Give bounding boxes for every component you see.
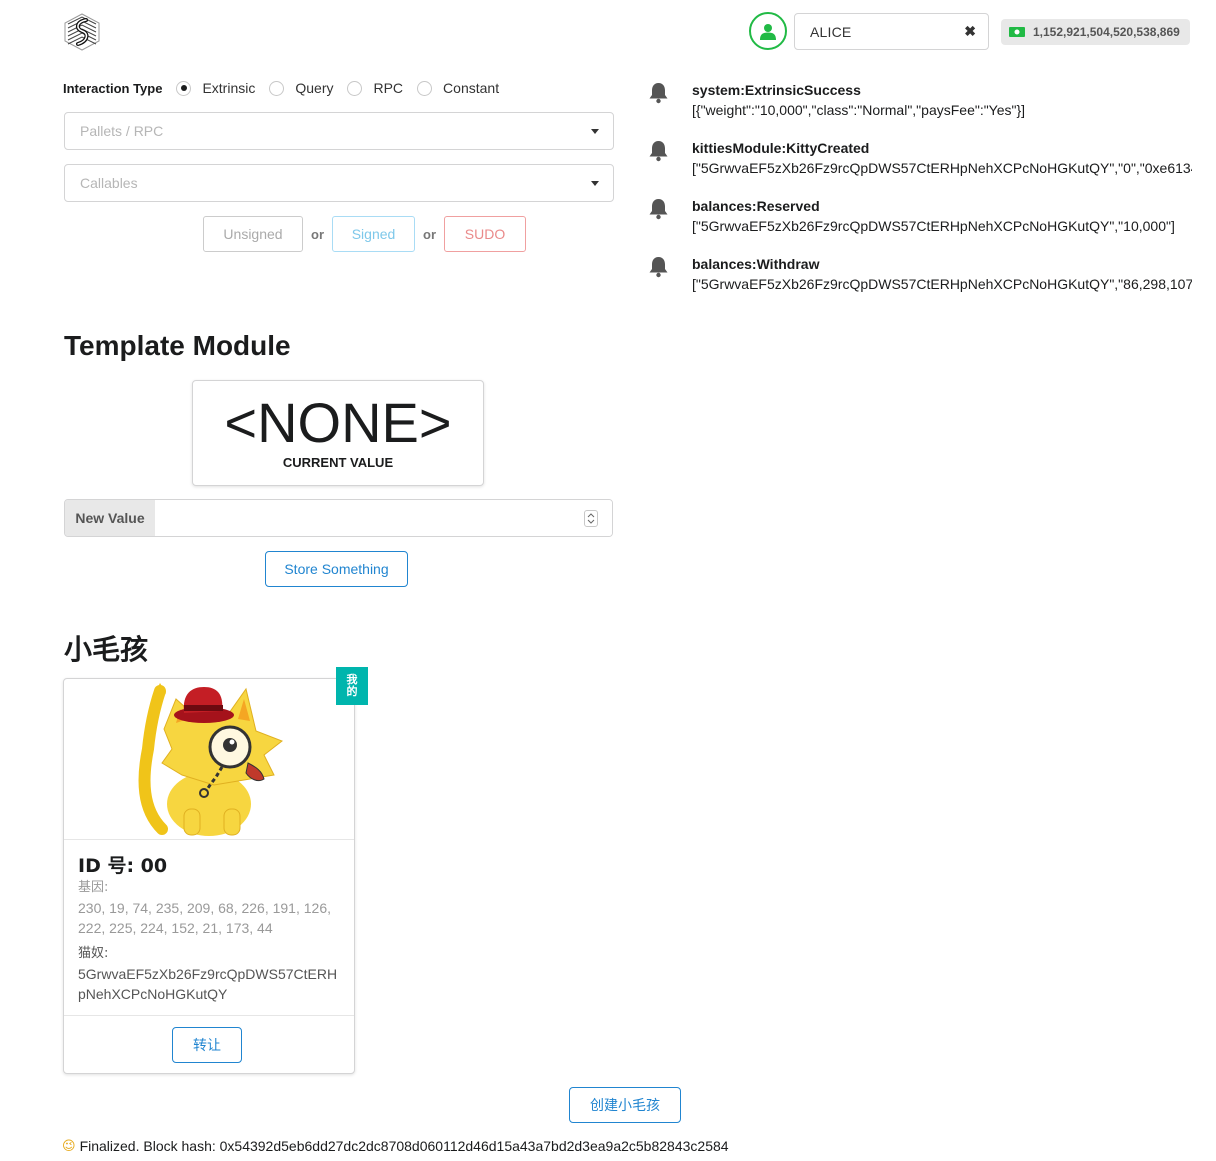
wink-emoji-icon: 😉 <box>62 1138 76 1154</box>
current-value-label: CURRENT VALUE <box>282 455 394 470</box>
radio-circle <box>269 80 285 96</box>
radio-constant[interactable]: Constant <box>417 80 499 96</box>
spinner-arrows-icon <box>587 513 595 524</box>
kitty-card: ID 号: 00 基因: 230, 19, 74, 235, 209, 68, … <box>63 678 355 1074</box>
interaction-type-label: Interaction Type <box>63 80 163 96</box>
sudo-button[interactable]: SUDO <box>444 216 526 252</box>
event-detail: ["5GrwvaEF5zXb26Fz9rcQpDWS57CtERHpNehXCP… <box>692 218 1175 234</box>
event-detail: ["5GrwvaEF5zXb26Fz9rcQpDWS57CtERHpNehXCP… <box>692 160 1192 176</box>
radio-label: Query <box>295 80 334 96</box>
mine-ribbon: 我的 <box>336 667 368 705</box>
event-title: balances:Reserved <box>692 198 820 214</box>
current-value: <NONE> <box>224 391 452 454</box>
create-kitty-button[interactable]: 创建小毛孩 <box>569 1087 681 1123</box>
pallets-placeholder: Pallets / RPC <box>80 123 164 139</box>
account-avatar-button[interactable] <box>749 12 787 50</box>
kitty-image <box>138 683 284 836</box>
clear-icon[interactable]: ✖ <box>964 23 976 40</box>
template-module-title: Template Module <box>64 330 291 361</box>
or-divider: or <box>311 226 324 242</box>
store-something-button[interactable]: Store Something <box>265 551 408 587</box>
bell-icon <box>649 141 668 162</box>
account-name: ALICE <box>810 23 852 40</box>
interaction-type-group: Interaction Type Extrinsic Query RPC Con… <box>63 78 513 98</box>
substrate-logo-icon[interactable] <box>62 12 102 52</box>
status-message: 😉 Finalized. Block hash: 0x54392d5eb6dd2… <box>62 1138 729 1154</box>
transaction-buttons: Unsigned or Signed or SUDO <box>203 216 526 252</box>
radio-circle <box>417 80 433 96</box>
event-title: kittiesModule:KittyCreated <box>692 140 870 156</box>
callables-dropdown[interactable]: Callables <box>64 164 614 202</box>
new-value-label: New Value <box>65 500 155 536</box>
bell-icon <box>649 257 668 278</box>
pallets-dropdown[interactable]: Pallets / RPC <box>64 112 614 150</box>
radio-label: Extrinsic <box>202 80 256 96</box>
account-selector[interactable]: ALICE ✖ <box>794 13 989 50</box>
balance-badge: 1,152,921,504,520,538,869 <box>1001 19 1190 45</box>
unsigned-button[interactable]: Unsigned <box>203 216 303 252</box>
radio-label: RPC <box>373 80 404 96</box>
kitty-info: ID 号: 00 基因: 230, 19, 74, 235, 209, 68, … <box>78 851 340 1004</box>
new-value-input[interactable] <box>155 500 612 536</box>
event-title: system:ExtrinsicSuccess <box>692 82 861 98</box>
kitty-owner: 5GrwvaEF5zXb26Fz9rcQpDWS57CtERHpNehXCPcN… <box>78 966 338 1002</box>
radio-rpc[interactable]: RPC <box>347 80 403 96</box>
number-spinner-icon[interactable] <box>584 510 598 527</box>
event-detail: ["5GrwvaEF5zXb26Fz9rcQpDWS57CtERHpNehXCP… <box>692 276 1192 292</box>
radio-circle <box>176 80 192 96</box>
balance-value: 1,152,921,504,520,538,869 <box>1033 25 1180 39</box>
signed-button[interactable]: Signed <box>332 216 415 252</box>
callables-placeholder: Callables <box>80 175 138 191</box>
kitty-dna-label: 基因: <box>78 880 109 895</box>
transfer-button[interactable]: 转让 <box>172 1027 242 1063</box>
radio-circle <box>347 80 363 96</box>
kitties-title: 小毛孩 <box>64 633 149 666</box>
caret-down-icon <box>591 180 599 186</box>
bell-icon <box>649 199 668 220</box>
new-value-field: New Value <box>64 499 613 537</box>
or-divider: or <box>423 226 436 242</box>
money-bill-icon <box>1009 27 1025 37</box>
current-value-statistic: <NONE> CURRENT VALUE <box>192 380 484 486</box>
radio-label: Constant <box>443 80 500 96</box>
kitty-image-area <box>64 679 354 840</box>
kitty-card-footer: 转让 <box>64 1015 354 1074</box>
user-icon <box>760 23 776 40</box>
kitty-id: ID 号: 00 <box>78 855 168 877</box>
event-title: balances:Withdraw <box>692 256 820 272</box>
kitty-owner-label: 猫奴: <box>78 946 109 961</box>
caret-down-icon <box>591 128 599 134</box>
bell-icon <box>649 83 668 104</box>
status-text: Finalized. Block hash: 0x54392d5eb6dd27d… <box>79 1138 729 1154</box>
radio-query[interactable]: Query <box>269 80 333 96</box>
kitty-dna: 230, 19, 74, 235, 209, 68, 226, 191, 126… <box>78 900 331 936</box>
radio-extrinsic[interactable]: Extrinsic <box>176 80 255 96</box>
event-detail: [{"weight":"10,000","class":"Normal","pa… <box>692 102 1026 118</box>
